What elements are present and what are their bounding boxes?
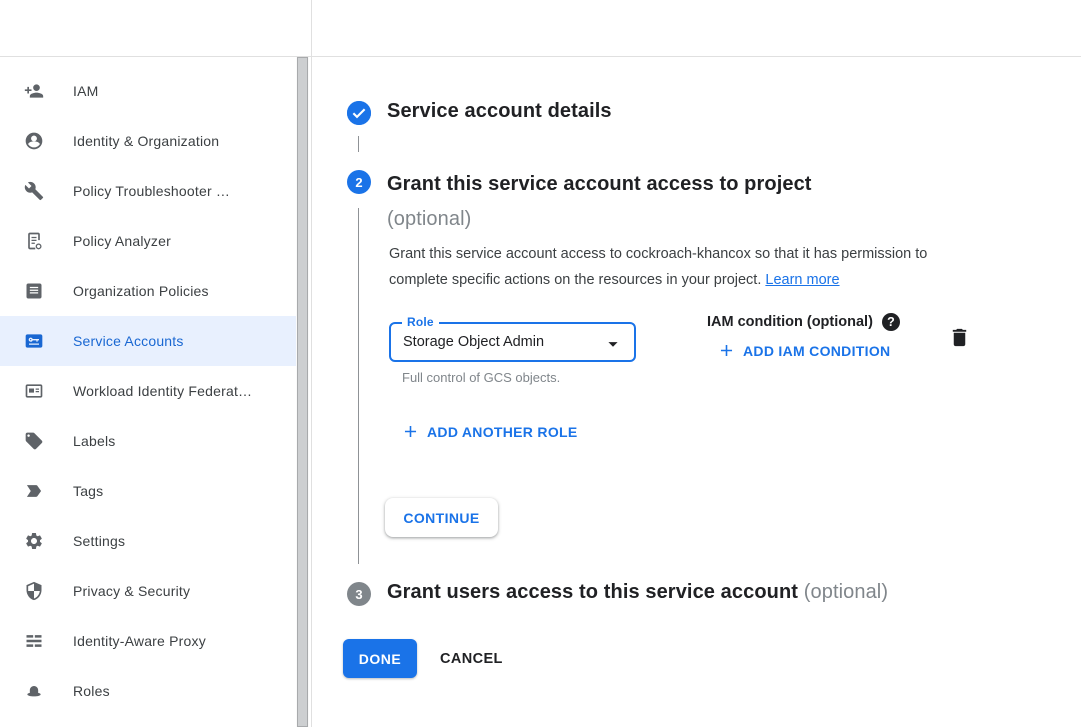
- sidebar-item-label: Labels: [73, 433, 115, 449]
- trash-icon: [948, 326, 971, 349]
- role-field-label: Role: [402, 315, 439, 329]
- add-iam-condition-label: ADD IAM CONDITION: [743, 343, 890, 359]
- iam-condition-label: IAM condition (optional): [707, 314, 873, 330]
- step1-title: Service account details: [387, 100, 612, 123]
- step2-optional-text: (optional): [387, 208, 471, 230]
- sidebar-item-label: Privacy & Security: [73, 583, 190, 599]
- delete-role-button[interactable]: [946, 326, 972, 352]
- sidebar-item-organization-policies[interactable]: Organization Policies: [0, 266, 296, 316]
- identity-person-icon: [24, 131, 44, 151]
- check-circle-icon: [347, 101, 371, 125]
- step2-number: 2: [355, 175, 362, 190]
- create-service-account-page: IAM & Admin Create service account IAM I…: [0, 0, 1081, 727]
- policy-analyzer-doc-icon: [24, 231, 44, 251]
- learn-more-link[interactable]: Learn more: [765, 272, 839, 288]
- label-tag-icon: [24, 431, 44, 451]
- sidebar-item-roles[interactable]: Roles: [0, 666, 296, 716]
- sidebar-item-tags[interactable]: Tags: [0, 466, 296, 516]
- tag-arrow-icon: [24, 481, 44, 501]
- chevron-down-icon: [602, 333, 624, 355]
- step2-description: Grant this service account access to coc…: [389, 242, 983, 293]
- help-icon[interactable]: ?: [882, 313, 900, 331]
- role-select[interactable]: Role Storage Object Admin: [389, 322, 636, 362]
- sidebar-item-policy-analyzer[interactable]: Policy Analyzer: [0, 216, 296, 266]
- sidebar-item-label: Service Accounts: [73, 333, 184, 349]
- step3-circle: 3: [347, 582, 371, 606]
- continue-button[interactable]: CONTINUE: [385, 498, 498, 537]
- sidebar-item-label: IAM: [73, 83, 99, 99]
- sidebar-item-settings[interactable]: Settings: [0, 516, 296, 566]
- sidebar-item-label: Roles: [73, 683, 110, 699]
- id-card-icon: [24, 381, 44, 401]
- shield-half-icon: [24, 581, 44, 601]
- sidebar-item-label: Identity-Aware Proxy: [73, 633, 206, 649]
- sidebar-item-privacy-security[interactable]: Privacy & Security: [0, 566, 296, 616]
- sidebar-item-labels[interactable]: Labels: [0, 416, 296, 466]
- cancel-button[interactable]: CANCEL: [440, 639, 503, 678]
- sidebar-item-service-accounts[interactable]: Service Accounts: [0, 316, 296, 366]
- person-add-icon: [24, 81, 44, 101]
- step3-optional-text: (optional): [804, 581, 888, 603]
- step2-description-text: Grant this service account access to coc…: [389, 246, 927, 288]
- sidebar-item-label: Settings: [73, 533, 125, 549]
- sidebar-item-label: Organization Policies: [73, 283, 209, 299]
- role-helper-text: Full control of GCS objects.: [402, 370, 560, 385]
- sidebar-nav: IAM Identity & Organization Policy Troub…: [0, 66, 296, 716]
- step2-circle: 2: [347, 170, 371, 194]
- add-another-role-label: ADD ANOTHER ROLE: [427, 424, 578, 440]
- wrench-icon: [24, 181, 44, 201]
- iam-condition-row: IAM condition (optional) ?: [707, 313, 900, 331]
- plus-icon: [717, 341, 736, 360]
- add-iam-condition-button[interactable]: ADD IAM CONDITION: [717, 341, 890, 360]
- sidebar-item-workload-identity-federation[interactable]: Workload Identity Federat…: [0, 366, 296, 416]
- proxy-stripes-icon: [24, 631, 44, 651]
- role-selected-value: Storage Object Admin: [391, 334, 544, 350]
- sidebar-item-label: Workload Identity Federat…: [73, 383, 252, 399]
- sidebar-divider: [311, 0, 312, 727]
- step2-title: Grant this service account access to pro…: [387, 167, 987, 237]
- roles-hat-icon: [24, 681, 44, 701]
- step3-title-text: Grant users access to this service accou…: [387, 581, 798, 603]
- service-account-key-icon: [24, 331, 44, 351]
- sidebar-item-label: Tags: [73, 483, 103, 499]
- sidebar-item-label: Identity & Organization: [73, 133, 219, 149]
- app-header: [0, 0, 1081, 57]
- step3-title: Grant users access to this service accou…: [387, 581, 888, 604]
- done-button[interactable]: DONE: [343, 639, 417, 678]
- plus-icon: [401, 422, 420, 441]
- sidebar-item-label: Policy Analyzer: [73, 233, 171, 249]
- sidebar-item-policy-troubleshooter[interactable]: Policy Troubleshooter …: [0, 166, 296, 216]
- sidebar-scrollbar-track: [296, 57, 309, 727]
- add-another-role-button[interactable]: ADD ANOTHER ROLE: [401, 422, 578, 441]
- sidebar-scrollbar-thumb[interactable]: [297, 57, 308, 727]
- document-list-icon: [24, 281, 44, 301]
- step3-number: 3: [355, 587, 362, 602]
- sidebar-item-label: Policy Troubleshooter …: [73, 183, 230, 199]
- step2-title-text: Grant this service account access to pro…: [387, 173, 812, 195]
- step-connector: [358, 208, 359, 564]
- sidebar-item-iam[interactable]: IAM: [0, 66, 296, 116]
- step-connector: [358, 136, 359, 152]
- sidebar-item-identity-organization[interactable]: Identity & Organization: [0, 116, 296, 166]
- gear-icon: [24, 531, 44, 551]
- sidebar-item-identity-aware-proxy[interactable]: Identity-Aware Proxy: [0, 616, 296, 666]
